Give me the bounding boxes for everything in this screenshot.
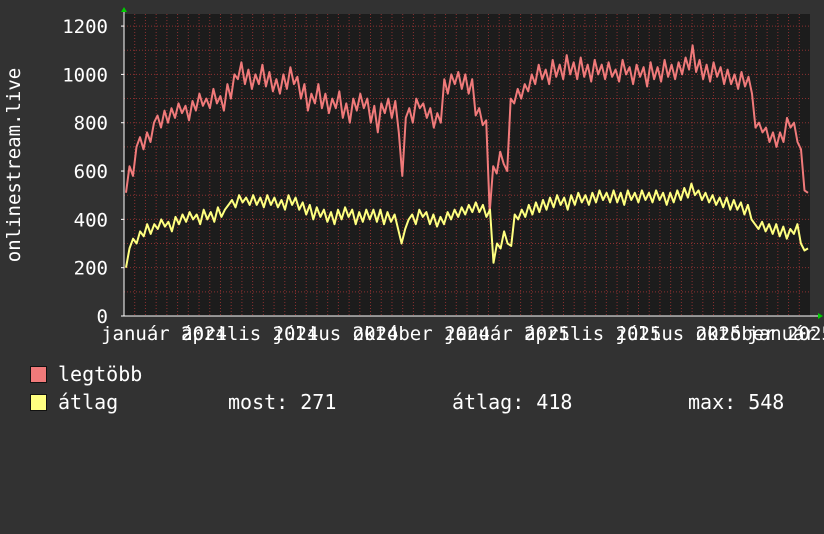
stat-atlag: átlag: 418 <box>452 390 573 414</box>
x-axis-ticks: január 2024április 2024július 2024októbe… <box>101 323 824 345</box>
legend-item-atlag: átlag most: 271 átlag: 418 max: 548 <box>30 390 810 414</box>
legend-label-atlag: átlag <box>58 390 119 414</box>
y-tick-label: 1200 <box>62 16 108 38</box>
y-tick-label: 800 <box>74 113 108 135</box>
legend-label-legtobb: legtöbb <box>58 362 143 386</box>
y-tick-label: 400 <box>74 209 108 231</box>
y-axis-label: onlinestream.live <box>3 68 25 262</box>
legend-swatch-atlag <box>30 394 47 411</box>
stat-max: max: 548 <box>688 390 785 414</box>
x-tick-label-overlay: január <box>747 323 816 345</box>
y-tick-label: 600 <box>74 161 108 183</box>
y-tick-label: 200 <box>74 258 108 280</box>
y-tick-label: 1000 <box>62 64 108 86</box>
legend-item-legtobb: legtöbb <box>30 362 142 386</box>
legend-swatch-legtobb <box>30 366 47 383</box>
stat-most: most: 271 <box>228 390 337 414</box>
